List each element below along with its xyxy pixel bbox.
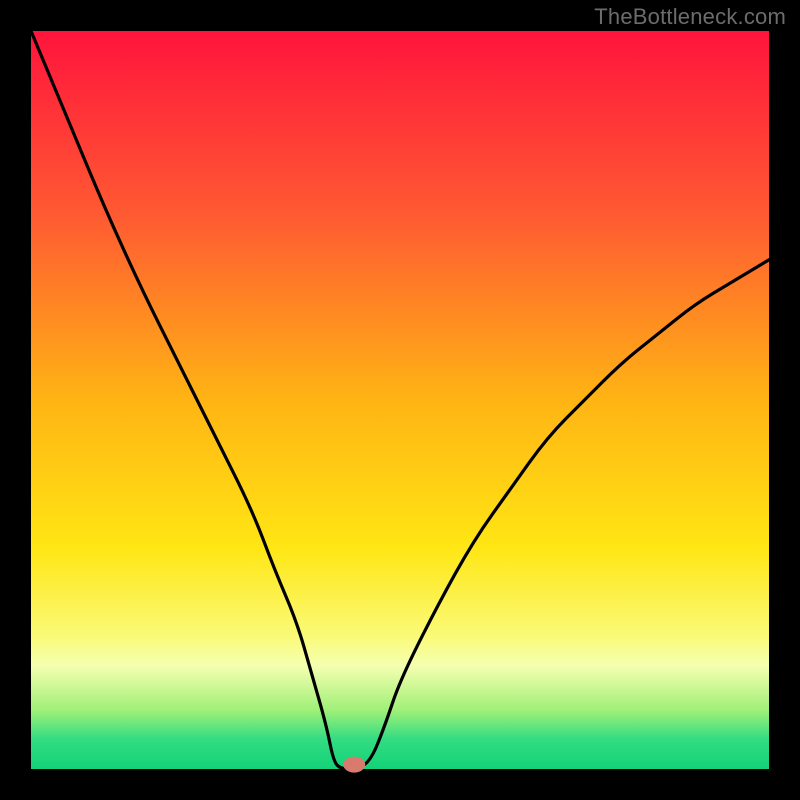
chart-frame: TheBottleneck.com: [0, 0, 800, 800]
optimal-point-marker: [343, 757, 365, 773]
watermark-text: TheBottleneck.com: [594, 4, 786, 30]
plot-background: [31, 31, 769, 769]
bottleneck-chart: [0, 0, 800, 800]
